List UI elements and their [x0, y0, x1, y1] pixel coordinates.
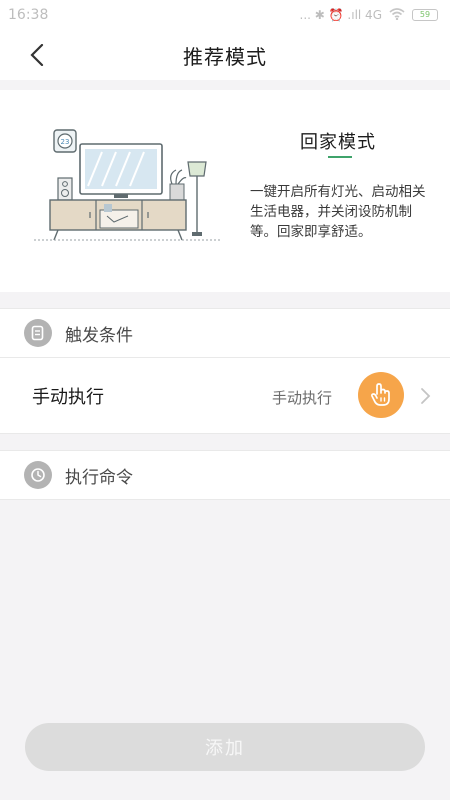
- add-button[interactable]: 添加: [25, 723, 425, 771]
- trigger-section-header: 触发条件: [0, 308, 450, 358]
- back-button[interactable]: [22, 40, 52, 70]
- status-bar: 16:38 ... ✱ ⏰ .ıll 4G 59: [0, 0, 450, 30]
- trigger-value: 手动执行: [272, 389, 333, 407]
- header-bar: 推荐模式: [0, 30, 450, 80]
- page-title: 推荐模式: [183, 44, 267, 69]
- hand-tap-icon: [358, 372, 404, 418]
- status-time: 16:38: [8, 7, 49, 23]
- scene-description: 一键开启所有灯光、启动相关生活电器，并关闭设防机制等。回家即享舒适。: [250, 184, 426, 240]
- wifi-icon: [389, 7, 405, 23]
- trigger-name: 手动执行: [32, 387, 104, 408]
- document-icon: [24, 319, 52, 347]
- scene-name: 回家模式: [300, 132, 376, 153]
- chevron-right-icon: [421, 388, 431, 404]
- battery-icon: 59: [412, 9, 438, 21]
- chevron-left-icon: [30, 44, 44, 66]
- thermostat-reading: 23: [61, 138, 70, 146]
- scene-name-underline: [328, 156, 352, 158]
- status-indicators: ... ✱ ⏰ .ıll 4G 59: [299, 7, 438, 23]
- signal-indicators: ... ✱ ⏰ .ıll 4G: [299, 8, 382, 22]
- clock-icon: [24, 461, 52, 489]
- manual-trigger-row[interactable]: 手动执行 手动执行: [0, 358, 450, 434]
- command-section-header: 执行命令: [0, 450, 450, 500]
- trigger-section-title: 触发条件: [65, 325, 133, 346]
- scene-card: 23 回家模式 一键开启所有灯光、启动相关生活电器，并关闭设防机制等。回家即享舒…: [0, 90, 450, 292]
- living-room-illustration: 23: [34, 129, 220, 241]
- command-section-title: 执行命令: [65, 467, 133, 488]
